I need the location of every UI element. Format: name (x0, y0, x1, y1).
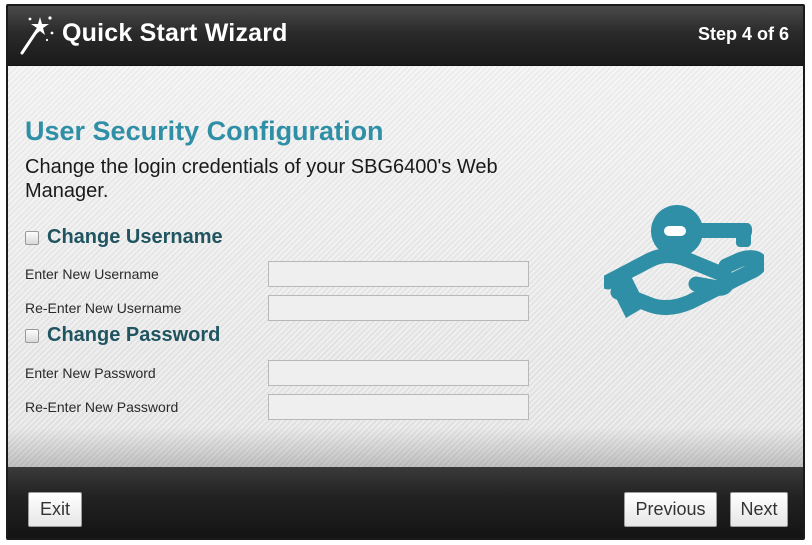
new-password-label: Enter New Password (25, 365, 156, 381)
confirm-password-label: Re-Enter New Password (25, 399, 179, 415)
wizard-title: Quick Start Wizard (62, 19, 288, 47)
next-button[interactable]: Next (730, 492, 788, 527)
previous-button[interactable]: Previous (624, 492, 717, 527)
change-username-toggle[interactable]: Change Username (25, 226, 223, 249)
new-username-label: Enter New Username (25, 266, 159, 282)
confirm-username-input[interactable] (268, 295, 529, 321)
key-in-hand-icon (604, 205, 764, 318)
confirm-username-label: Re-Enter New Username (25, 300, 182, 316)
page-title: User Security Configuration (25, 116, 384, 146)
exit-button[interactable]: Exit (28, 492, 82, 527)
new-username-input[interactable] (268, 261, 529, 287)
page-description: Change the login credentials of your SBG… (25, 156, 498, 202)
magic-wand-icon (20, 16, 54, 55)
content-shade (8, 427, 803, 467)
change-username-label: Change Username (47, 226, 223, 248)
change-username-checkbox[interactable] (25, 230, 39, 245)
change-password-checkbox[interactable] (25, 328, 39, 343)
wizard-content: User Security Configuration Change the l… (8, 66, 803, 467)
wizard-window: Quick Start Wizard Step 4 of 6 User Secu… (6, 4, 805, 540)
change-password-label: Change Password (47, 324, 221, 346)
confirm-password-input[interactable] (268, 394, 529, 420)
wizard-header: Quick Start Wizard Step 4 of 6 (8, 6, 803, 66)
change-password-toggle[interactable]: Change Password (25, 324, 220, 347)
new-password-input[interactable] (268, 360, 529, 386)
step-indicator: Step 4 of 6 (697, 24, 789, 44)
